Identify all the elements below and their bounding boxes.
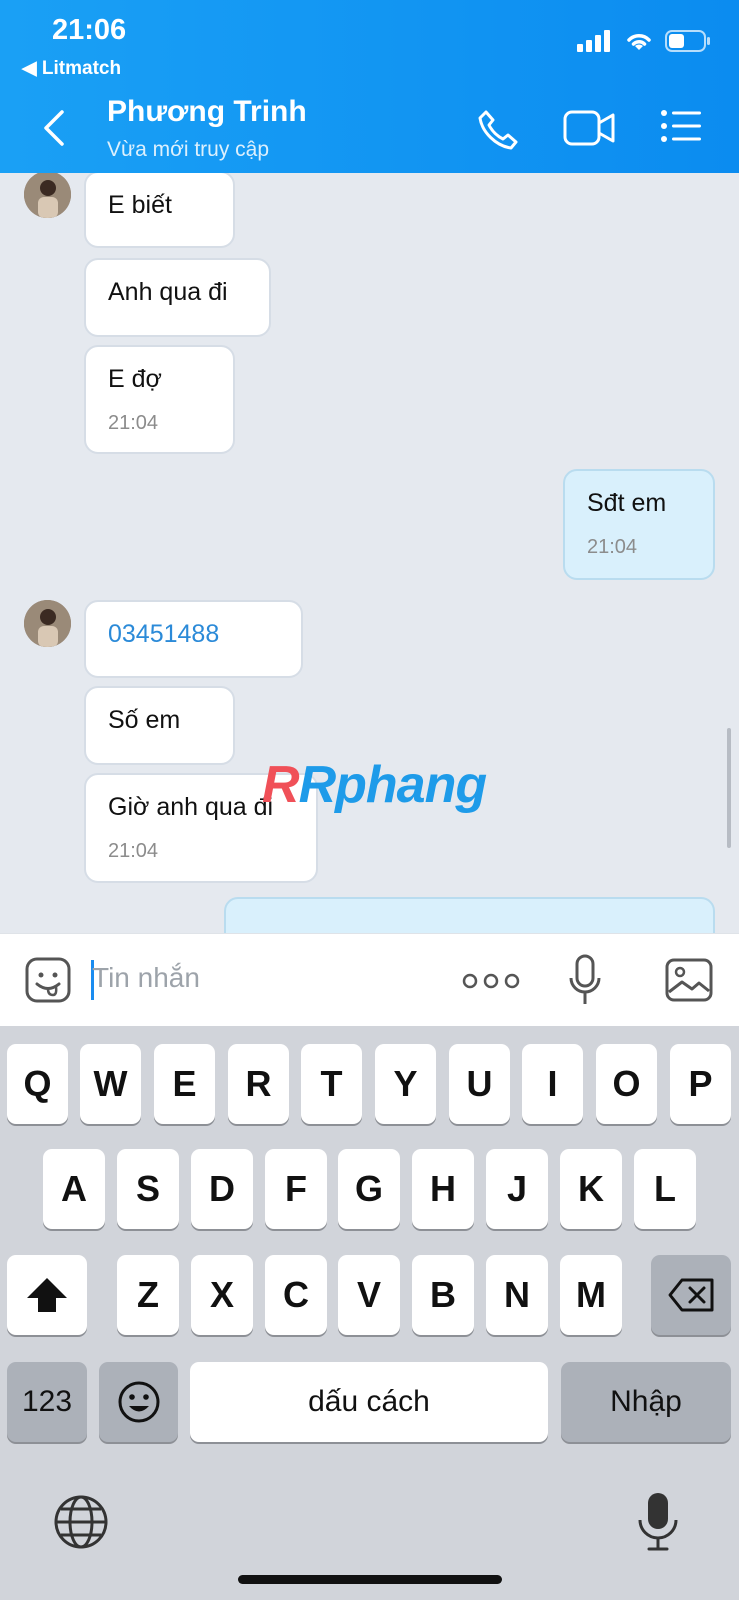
key-p[interactable]: P <box>670 1044 731 1124</box>
more-options-icon[interactable] <box>462 972 520 990</box>
back-to-app-link[interactable]: ◀ Litmatch <box>22 57 121 80</box>
key-q[interactable]: Q <box>7 1044 68 1124</box>
key-v[interactable]: V <box>338 1255 400 1335</box>
status-time: 21:06 <box>52 14 127 46</box>
key-h[interactable]: H <box>412 1149 474 1229</box>
watermark-logo: RRphang <box>262 756 487 814</box>
key-s[interactable]: S <box>117 1149 179 1229</box>
contact-name[interactable]: Phương Trinh <box>107 95 307 129</box>
message-text: E biết <box>108 191 172 219</box>
key-b[interactable]: B <box>412 1255 474 1335</box>
key-e[interactable]: E <box>154 1044 215 1124</box>
wifi-icon <box>627 34 651 50</box>
chat-header: 21:06 ◀ Litmatch Phương Trinh Vừa mới tr… <box>0 0 739 173</box>
message-text: Số em <box>108 706 181 734</box>
message-time: 21:04 <box>108 840 159 862</box>
emoji-icon <box>118 1381 159 1423</box>
contact-avatar[interactable] <box>24 600 71 647</box>
microphone-icon[interactable] <box>568 954 602 1006</box>
message-bubble-incoming[interactable]: Anh qua đi <box>84 258 271 337</box>
home-indicator[interactable] <box>238 1575 502 1584</box>
key-l[interactable]: L <box>634 1149 696 1229</box>
message-bubble-outgoing[interactable]: Sđt em 21:04 <box>563 469 715 580</box>
phone-number-link[interactable]: 03451488 <box>108 620 279 649</box>
key-f[interactable]: F <box>265 1149 327 1229</box>
message-time: 21:04 <box>587 536 638 558</box>
key-r[interactable]: R <box>228 1044 289 1124</box>
message-bubble-incoming[interactable]: E biết <box>84 173 235 248</box>
signal-icon <box>577 30 610 52</box>
message-bubble-incoming[interactable]: 03451488 <box>84 600 303 678</box>
sticker-icon[interactable] <box>24 956 72 1004</box>
key-m[interactable]: M <box>560 1255 622 1335</box>
key-x[interactable]: X <box>191 1255 253 1335</box>
shift-key[interactable] <box>7 1255 87 1335</box>
key-c[interactable]: C <box>265 1255 327 1335</box>
message-time: 21:04 <box>108 412 159 434</box>
chat-scrollbar[interactable] <box>727 728 731 848</box>
key-u[interactable]: U <box>449 1044 510 1124</box>
message-bubble-incoming[interactable]: Số em <box>84 686 235 765</box>
contact-status: Vừa mới truy cập <box>107 138 270 161</box>
key-g[interactable]: G <box>338 1149 400 1229</box>
phone-call-icon[interactable] <box>476 108 520 152</box>
key-w[interactable]: W <box>80 1044 141 1124</box>
message-input[interactable]: Tin nhắn <box>92 962 200 994</box>
battery-icon <box>665 30 710 52</box>
key-n[interactable]: N <box>486 1255 548 1335</box>
numbers-key[interactable]: 123 <box>7 1362 87 1442</box>
key-t[interactable]: T <box>301 1044 362 1124</box>
shift-arrow-icon <box>27 1278 67 1312</box>
key-i[interactable]: I <box>522 1044 583 1124</box>
chat-message-list[interactable]: E biết Anh qua đi E đợ 21:04 Sđt em 21:0… <box>0 173 739 933</box>
message-text: E đợ <box>108 365 162 393</box>
key-y[interactable]: Y <box>375 1044 436 1124</box>
message-text: Anh qua đi <box>108 278 228 306</box>
globe-icon[interactable] <box>53 1494 109 1550</box>
avatar-photo-icon <box>24 173 71 218</box>
back-arrow-icon[interactable] <box>42 108 66 148</box>
status-icons <box>577 30 711 52</box>
menu-list-icon[interactable] <box>660 108 702 144</box>
key-k[interactable]: K <box>560 1149 622 1229</box>
key-a[interactable]: A <box>43 1149 105 1229</box>
dictation-microphone-icon[interactable] <box>636 1491 680 1553</box>
image-gallery-icon[interactable] <box>665 958 713 1002</box>
video-call-icon[interactable] <box>563 108 615 148</box>
on-screen-keyboard: Q W E R T Y U I O P A S D F G H J K L Z … <box>0 1026 739 1600</box>
key-j[interactable]: J <box>486 1149 548 1229</box>
key-z[interactable]: Z <box>117 1255 179 1335</box>
space-key[interactable]: dấu cách <box>190 1362 548 1442</box>
message-bubble-outgoing[interactable] <box>224 897 715 933</box>
key-d[interactable]: D <box>191 1149 253 1229</box>
backspace-key[interactable] <box>651 1255 731 1335</box>
message-bubble-incoming[interactable]: E đợ 21:04 <box>84 345 235 454</box>
avatar-photo-icon <box>24 600 71 647</box>
emoji-key[interactable] <box>99 1362 178 1442</box>
key-o[interactable]: O <box>596 1044 657 1124</box>
message-text: Sđt em <box>587 489 667 517</box>
return-key[interactable]: Nhập <box>561 1362 731 1442</box>
message-composer: Tin nhắn <box>0 933 739 1027</box>
contact-avatar[interactable] <box>24 173 71 218</box>
backspace-icon <box>668 1278 714 1312</box>
